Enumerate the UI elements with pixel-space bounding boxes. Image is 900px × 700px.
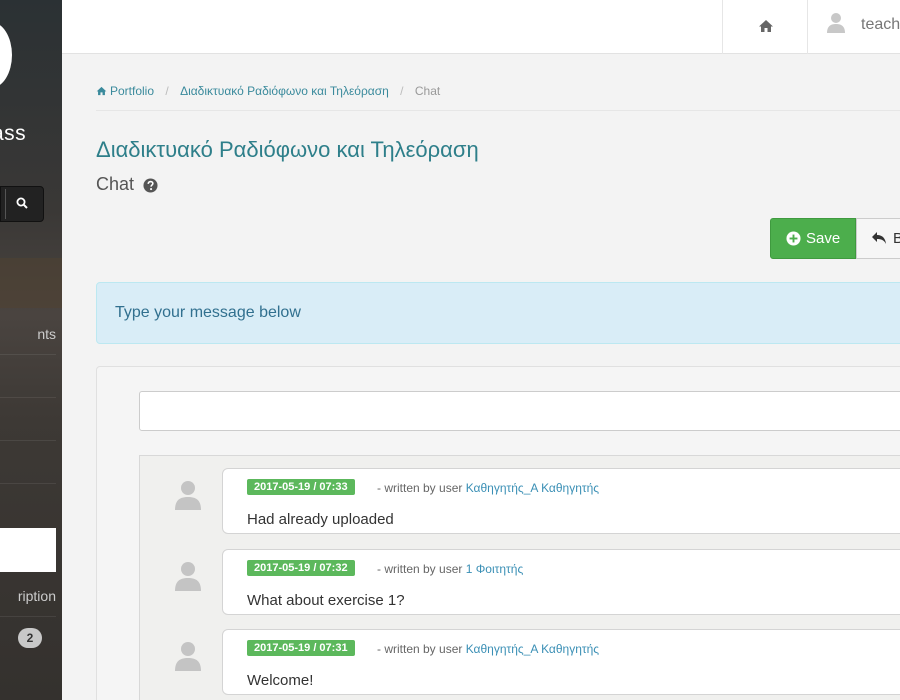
divider xyxy=(96,110,900,111)
chat-message-list[interactable]: 2017-05-19 / 07:33 - written by user Καθ… xyxy=(139,455,900,700)
message-timestamp-badge: 2017-05-19 / 07:33 xyxy=(247,479,355,495)
search-icon xyxy=(16,197,28,209)
message-text: Welcome! xyxy=(247,672,314,689)
chat-message-input[interactable] xyxy=(139,391,900,431)
message-bubble: 2017-05-19 / 07:33 - written by user Καθ… xyxy=(222,468,900,534)
chat-message: 2017-05-19 / 07:31 - written by user Καθ… xyxy=(140,627,900,695)
message-bubble: 2017-05-19 / 07:31 - written by user Καθ… xyxy=(222,629,900,695)
breadcrumb-current: Chat xyxy=(414,84,441,98)
chat-message: 2017-05-19 / 07:32 - written by user 1 Φ… xyxy=(140,547,900,615)
sidebar-item-4[interactable] xyxy=(0,441,56,484)
sidebar-item-description[interactable]: ription xyxy=(0,574,56,617)
page-subtitle: Chat xyxy=(96,174,158,195)
message-timestamp-badge: 2017-05-19 / 07:31 xyxy=(247,640,355,656)
logo-text: ass xyxy=(0,122,27,145)
message-text: Had already uploaded xyxy=(247,511,394,528)
user-name: teach xyxy=(861,16,900,33)
home-button[interactable] xyxy=(722,0,808,54)
save-button[interactable]: Save xyxy=(770,218,856,259)
message-author-link[interactable]: Καθηγητής_Α Καθηγητής xyxy=(466,481,599,495)
message-author-link[interactable]: Καθηγητής_Α Καθηγητής xyxy=(466,642,599,656)
message-timestamp-badge: 2017-05-19 / 07:32 xyxy=(247,560,355,576)
plus-circle-icon xyxy=(786,231,801,246)
sidebar-item-3[interactable] xyxy=(0,398,56,441)
breadcrumb: Portfolio / Διαδικτυακό Ραδιόφωνο και Τη… xyxy=(96,84,440,98)
avatar-icon xyxy=(175,481,201,510)
message-bubble: 2017-05-19 / 07:32 - written by user 1 Φ… xyxy=(222,549,900,615)
avatar-icon xyxy=(175,642,201,671)
chat-panel: 2017-05-19 / 07:33 - written by user Καθ… xyxy=(96,366,900,700)
message-author-link[interactable]: 1 Φοιτητής xyxy=(466,562,524,576)
page-title: Διαδικτυακό Ραδιόφωνο και Τηλεόραση xyxy=(96,137,479,162)
sidebar-search-button[interactable] xyxy=(0,186,44,222)
info-alert: Type your message below xyxy=(96,282,900,344)
avatar-icon xyxy=(175,562,201,591)
message-meta: - written by user Καθηγητής_Α Καθηγητής xyxy=(377,481,600,495)
home-icon xyxy=(96,86,107,96)
back-button[interactable]: B xyxy=(856,218,900,259)
sidebar-section-header xyxy=(0,258,62,308)
sidebar-count-badge: 2 xyxy=(18,628,42,648)
sidebar-item-1[interactable]: nts xyxy=(0,312,56,355)
sidebar-item-active[interactable] xyxy=(0,528,56,572)
message-meta: - written by user Καθηγητής_Α Καθηγητής xyxy=(377,642,600,656)
user-icon xyxy=(827,13,845,33)
message-meta: - written by user 1 Φοιτητής xyxy=(377,562,524,576)
sidebar: ass nts ription 2 xyxy=(0,0,62,700)
chat-message: 2017-05-19 / 07:33 - written by user Καθ… xyxy=(140,466,900,534)
help-icon[interactable] xyxy=(143,178,158,193)
user-menu-button[interactable]: teach xyxy=(826,0,900,54)
home-icon xyxy=(759,20,773,32)
breadcrumb-portfolio[interactable]: Portfolio xyxy=(96,84,154,98)
reply-icon xyxy=(872,232,886,244)
top-navbar: teach xyxy=(62,0,900,54)
sidebar-item-2[interactable] xyxy=(0,355,56,398)
logo-icon xyxy=(0,22,12,88)
message-text: What about exercise 1? xyxy=(247,592,405,609)
breadcrumb-course[interactable]: Διαδικτυακό Ραδιόφωνο και Τηλεόραση xyxy=(180,84,389,98)
